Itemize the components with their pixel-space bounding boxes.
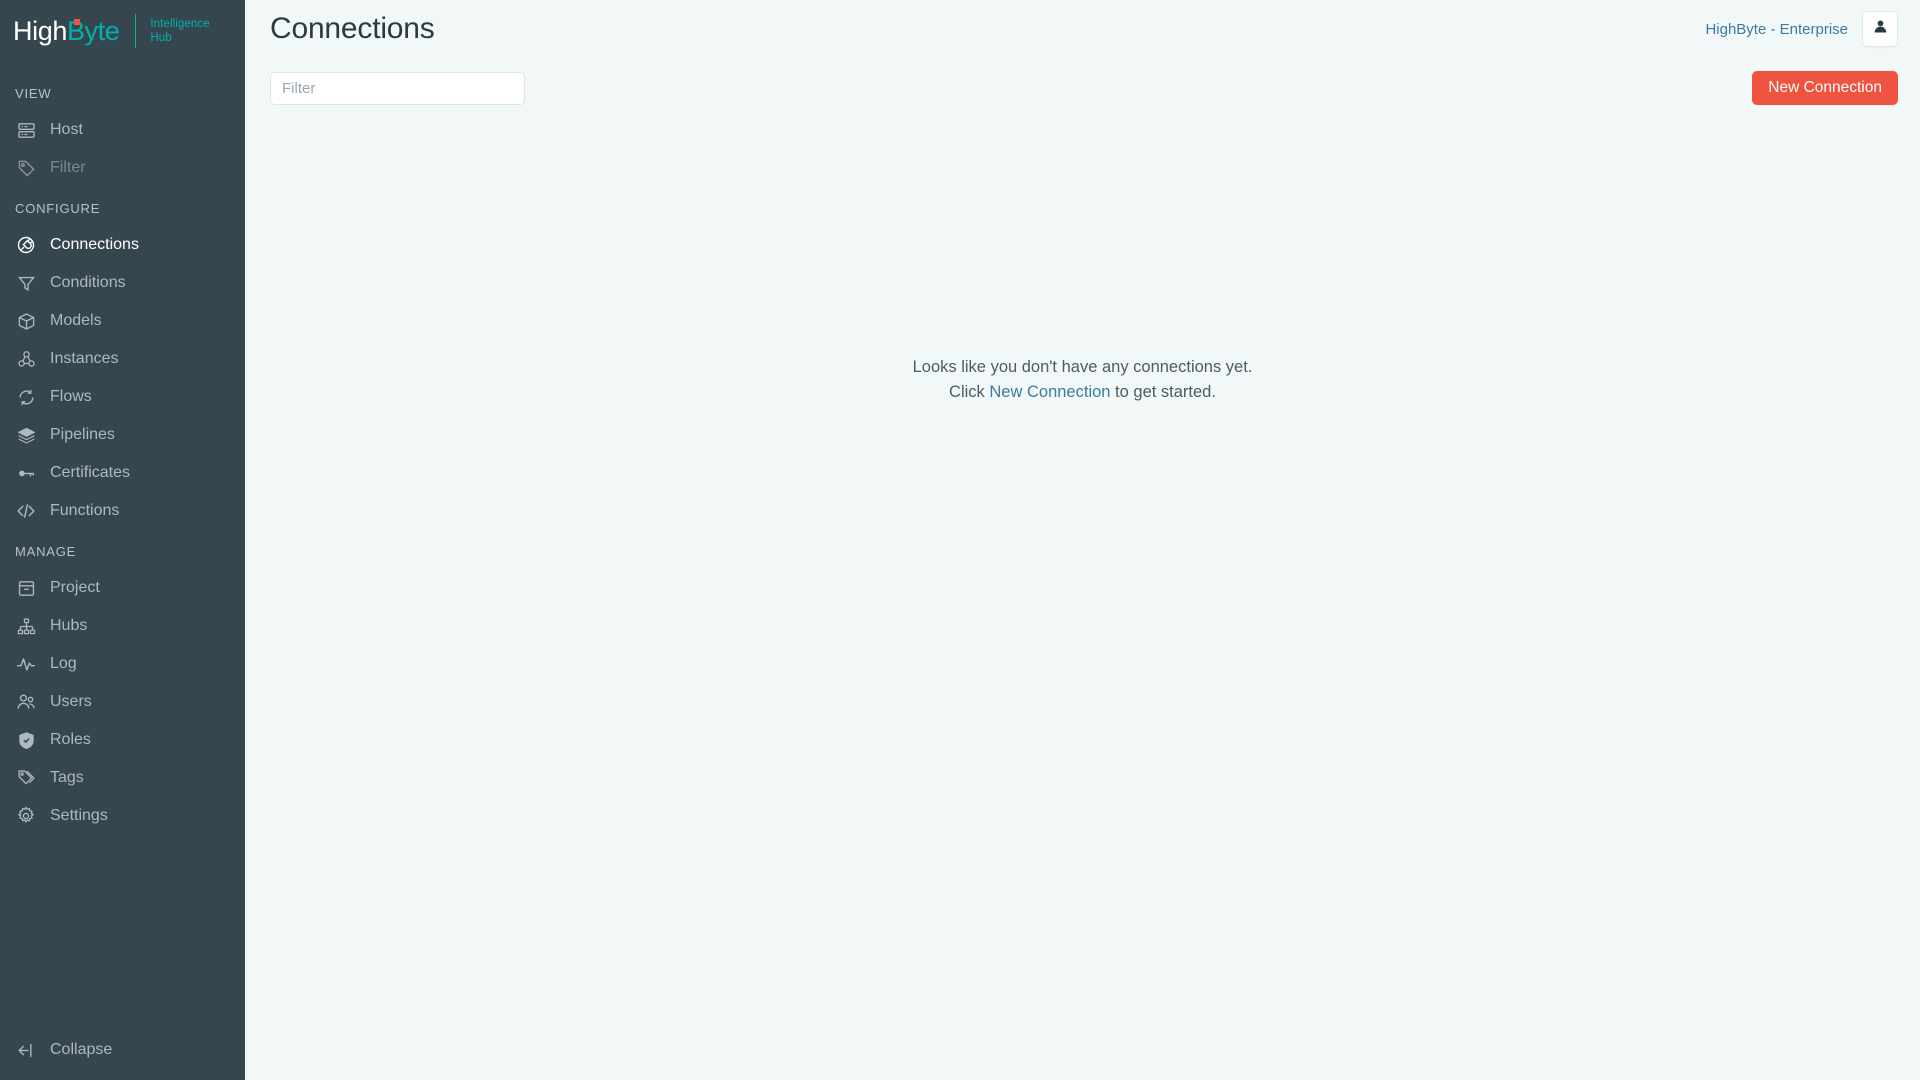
collapse-button[interactable]: Collapse — [0, 1039, 112, 1061]
product-name: Intelligence Hub — [150, 17, 209, 45]
nav-section-configure: CONFIGURE — [15, 201, 101, 216]
shield-check-icon — [15, 729, 37, 751]
sidebar-item-instances[interactable]: Instances — [0, 340, 245, 378]
empty-state-prefix: Click — [949, 382, 990, 401]
empty-state-line2: Click New Connection to get started. — [245, 380, 1920, 405]
sidebar: HighByte Intelligence Hub VIEW Host Filt… — [0, 0, 245, 1080]
nav-section-view: VIEW — [15, 86, 52, 101]
sidebar-item-label: Log — [50, 655, 77, 672]
sidebar-item-host[interactable]: Host — [0, 111, 245, 149]
logo-divider — [135, 14, 137, 48]
sidebar-item-label: Instances — [50, 350, 119, 367]
top-bar: Connections HighByte - Enterprise — [245, 0, 1920, 58]
sidebar-item-label: Hubs — [50, 617, 88, 634]
empty-state-suffix: to get started. — [1110, 382, 1216, 401]
empty-state: Looks like you don't have any connection… — [245, 355, 1920, 404]
page-title: Connections — [270, 12, 435, 45]
user-icon — [1872, 18, 1889, 40]
tenant-link[interactable]: HighByte - Enterprise — [1705, 21, 1848, 38]
empty-state-line1: Looks like you don't have any connection… — [912, 358, 1253, 376]
empty-state-new-connection-link[interactable]: New Connection — [989, 383, 1110, 401]
sidebar-item-label: Functions — [50, 502, 120, 519]
code-icon — [15, 500, 37, 522]
sidebar-item-label: Connections — [50, 236, 139, 253]
cubes-icon — [15, 348, 37, 370]
sidebar-item-users[interactable]: Users — [0, 683, 245, 721]
main-content: Connections HighByte - Enterprise New Co… — [245, 0, 1920, 1080]
sidebar-item-label: Pipelines — [50, 426, 115, 443]
gear-icon — [15, 805, 37, 827]
sidebar-item-tags[interactable]: Tags — [0, 759, 245, 797]
sidebar-item-label: Settings — [50, 807, 108, 824]
sidebar-item-label: Models — [50, 312, 102, 329]
sidebar-item-functions[interactable]: Functions — [0, 492, 245, 530]
sidebar-item-flows[interactable]: Flows — [0, 378, 245, 416]
logo-dot-icon — [74, 18, 80, 25]
cube-icon — [15, 310, 37, 332]
sidebar-item-connections[interactable]: Connections — [0, 226, 245, 264]
sidebar-item-label: Filter — [50, 159, 86, 176]
archive-icon — [15, 577, 37, 599]
sidebar-item-label: Roles — [50, 731, 91, 748]
new-connection-button[interactable]: New Connection — [1752, 71, 1898, 105]
sidebar-item-conditions[interactable]: Conditions — [0, 264, 245, 302]
sidebar-item-label: Tags — [50, 769, 84, 786]
sidebar-item-pipelines[interactable]: Pipelines — [0, 416, 245, 454]
tags-icon — [15, 767, 37, 789]
product-name-line2: Hub — [150, 32, 172, 44]
tag-icon — [15, 157, 37, 179]
filter-input[interactable] — [270, 71, 525, 105]
sidebar-item-filter[interactable]: Filter — [0, 149, 245, 187]
refresh-icon — [15, 386, 37, 408]
funnel-icon — [15, 272, 37, 294]
user-menu-button[interactable] — [1862, 11, 1898, 47]
sidebar-item-log[interactable]: Log — [0, 645, 245, 683]
sidebar-item-label: Users — [50, 693, 92, 710]
sidebar-item-project[interactable]: Project — [0, 569, 245, 607]
nav-section-manage: MANAGE — [15, 544, 77, 559]
sidebar-item-settings[interactable]: Settings — [0, 797, 245, 835]
sitemap-icon — [15, 615, 37, 637]
users-icon — [15, 691, 37, 713]
sidebar-footer: Collapse — [0, 1020, 245, 1080]
sidebar-item-certificates[interactable]: Certificates — [0, 454, 245, 492]
app-root: HighByte Intelligence Hub VIEW Host Filt… — [0, 0, 1920, 1080]
sidebar-nav: VIEW Host Filter CONFIGURE Connections C… — [0, 62, 245, 1020]
toolbar: New Connection — [245, 58, 1920, 118]
collapse-left-icon — [15, 1039, 37, 1061]
plug-circle-icon — [15, 234, 37, 256]
app-logo[interactable]: HighByte Intelligence Hub — [0, 0, 245, 62]
logo-high-text: High — [13, 15, 67, 46]
sidebar-item-models[interactable]: Models — [0, 302, 245, 340]
sidebar-item-label: Host — [50, 121, 83, 138]
sidebar-item-label: Conditions — [50, 274, 126, 291]
top-bar-right: HighByte - Enterprise — [1705, 11, 1898, 47]
logo-wordmark: HighByte — [13, 15, 120, 47]
sidebar-item-label: Project — [50, 579, 100, 596]
activity-icon — [15, 653, 37, 675]
product-name-line1: Intelligence — [150, 18, 210, 30]
key-icon — [15, 462, 37, 484]
sidebar-item-label: Flows — [50, 388, 92, 405]
sidebar-item-hubs[interactable]: Hubs — [0, 607, 245, 645]
layers-icon — [15, 424, 37, 446]
sidebar-item-roles[interactable]: Roles — [0, 721, 245, 759]
collapse-label: Collapse — [50, 1041, 113, 1058]
server-icon — [15, 119, 37, 141]
sidebar-item-label: Certificates — [50, 464, 131, 481]
